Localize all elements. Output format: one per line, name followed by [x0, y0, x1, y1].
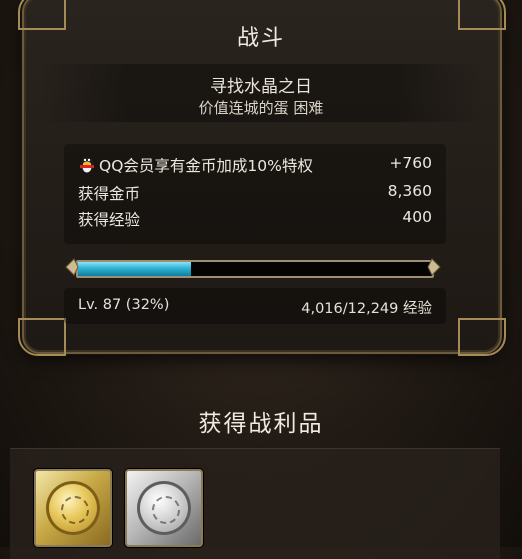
qq-bonus-row: QQ会员享有金币加成10%特权 +760: [78, 154, 432, 178]
exp-row: 获得经验 400: [78, 208, 432, 232]
level-box: Lv. 87 (32%) 4,016/12,249 经验: [64, 288, 446, 324]
exp-bar-track: [76, 260, 434, 278]
stage-name: 寻找水晶之日: [210, 77, 312, 97]
silver-coin: [137, 481, 191, 535]
qq-penguin-icon: [80, 157, 94, 173]
bar-cap-left-icon: [65, 258, 79, 276]
level-label: Lv. 87 (32%): [78, 297, 170, 313]
loot-area: [10, 448, 500, 559]
frame-corner-ornament: [18, 318, 66, 356]
frame-corner-ornament: [458, 318, 506, 356]
gold-row: 获得金币 8,360: [78, 182, 432, 206]
exp-total: 4,016/12,249 经验: [301, 301, 432, 317]
gold-label: 获得金币: [78, 185, 141, 203]
exp-bar-fill: [78, 262, 192, 276]
stage-difficulty: 价值连城的蛋 困难: [198, 99, 324, 117]
gold-value: 8,360: [387, 182, 432, 200]
rewards-box: QQ会员享有金币加成10%特权 +760 获得金币 8,360 获得经验 400: [64, 144, 446, 244]
bar-cap-right-icon: [427, 258, 441, 276]
battle-title: 战斗: [236, 26, 285, 51]
qq-bonus-value: +760: [389, 154, 432, 172]
gold-coin-card-icon[interactable]: [34, 469, 112, 547]
exp-label: 获得经验: [78, 211, 141, 229]
gold-coin: [46, 481, 100, 535]
exp-value: 400: [402, 208, 432, 226]
qq-bonus-label: QQ会员享有金币加成10%特权: [99, 157, 313, 175]
exp-progress-bar: [65, 256, 441, 280]
loot-title: 获得战利品: [198, 411, 324, 437]
qq-bonus-label-wrap: QQ会员享有金币加成10%特权: [78, 154, 313, 176]
silver-coin-card-icon[interactable]: [125, 469, 203, 547]
